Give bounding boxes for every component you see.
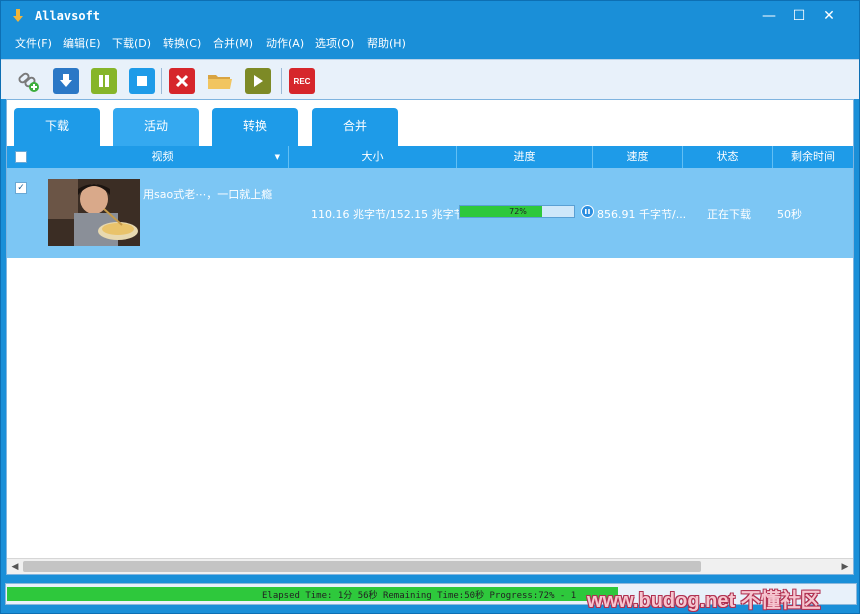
column-header-size[interactable]: 大小 bbox=[289, 146, 457, 168]
video-title: 用sao式老⋯，一口就上瘾 bbox=[143, 188, 273, 201]
download-icon bbox=[60, 74, 72, 87]
add-link-icon bbox=[18, 72, 39, 92]
menu-download[interactable]: 下载(D) bbox=[112, 35, 151, 51]
app-logo-icon bbox=[13, 9, 23, 22]
toolbar: REC bbox=[1, 59, 859, 99]
record-icon: REC bbox=[293, 76, 311, 86]
record-button[interactable]: REC bbox=[289, 68, 315, 94]
column-header-speed[interactable]: 速度 bbox=[593, 146, 683, 168]
maximize-button[interactable]: ☐ bbox=[783, 5, 815, 27]
menu-action[interactable]: 动作(A) bbox=[266, 35, 304, 51]
tab-convert[interactable]: 转换 bbox=[212, 108, 298, 146]
table-row[interactable]: ✓ 用sao式老⋯，一口就上瘾 110.16 兆字节/152.15 兆字节 72… bbox=[7, 168, 853, 258]
app-title: Allavsoft bbox=[35, 9, 101, 23]
scroll-left-icon[interactable]: ◀ bbox=[7, 559, 23, 575]
menu-merge[interactable]: 合并(M) bbox=[213, 35, 253, 51]
menu-file[interactable]: 文件(F) bbox=[15, 35, 52, 51]
row-progress-label: 72% bbox=[509, 207, 527, 216]
menu-bar: 文件(F) 编辑(E) 下载(D) 转换(C) 合并(M) 动作(A) 选项(O… bbox=[1, 31, 859, 53]
remaining-time-cell: 50秒 bbox=[777, 208, 802, 221]
app-window: Allavsoft — ☐ ✕ 文件(F) 编辑(E) 下载(D) 转换(C) … bbox=[0, 0, 860, 614]
size-cell: 110.16 兆字节/152.15 兆字节 bbox=[311, 208, 465, 221]
table-header: 视频 ▼ 大小 进度 速度 状态 剩余时间 bbox=[7, 146, 853, 168]
title-bar[interactable]: Allavsoft — ☐ ✕ bbox=[1, 1, 859, 31]
stop-icon bbox=[137, 76, 147, 86]
close-button[interactable]: ✕ bbox=[813, 5, 845, 27]
open-folder-button[interactable] bbox=[207, 68, 233, 94]
toolbar-separator bbox=[161, 68, 162, 94]
tab-merge[interactable]: 合并 bbox=[312, 108, 398, 146]
select-all-checkbox[interactable] bbox=[15, 151, 27, 163]
column-header-remaining[interactable]: 剩余时间 bbox=[773, 146, 853, 168]
menu-convert[interactable]: 转换(C) bbox=[163, 35, 201, 51]
delete-icon bbox=[175, 74, 189, 88]
row-progress-bar: 72% bbox=[459, 205, 575, 218]
menu-edit[interactable]: 编辑(E) bbox=[63, 35, 101, 51]
horizontal-scrollbar[interactable]: ◀ ▶ bbox=[7, 558, 853, 574]
status-cell: 正在下载 bbox=[707, 208, 751, 221]
menu-options[interactable]: 选项(O) bbox=[315, 35, 354, 51]
open-folder-icon bbox=[208, 75, 232, 89]
scroll-right-icon[interactable]: ▶ bbox=[837, 559, 853, 575]
video-thumbnail bbox=[48, 179, 140, 246]
column-header-video-label: 视频 bbox=[151, 150, 174, 163]
download-button[interactable] bbox=[53, 68, 79, 94]
main-panel: 下载 活动 转换 合并 视频 ▼ 大小 进度 速度 状态 剩余时间 ✓ 用sao… bbox=[6, 99, 854, 575]
tab-active[interactable]: 活动 bbox=[113, 108, 199, 146]
pause-icon bbox=[99, 75, 109, 87]
speed-cell: 856.91 千字节/... bbox=[597, 208, 687, 221]
toolbar-separator bbox=[281, 68, 282, 94]
pause-button[interactable] bbox=[91, 68, 117, 94]
row-pause-icon[interactable] bbox=[581, 205, 594, 218]
row-checkbox[interactable]: ✓ bbox=[15, 182, 27, 194]
delete-button[interactable] bbox=[169, 68, 195, 94]
column-header-video[interactable]: 视频 ▼ bbox=[37, 146, 289, 168]
scrollbar-thumb[interactable] bbox=[23, 561, 701, 572]
sort-arrow-icon: ▼ bbox=[274, 153, 280, 161]
play-icon bbox=[254, 75, 263, 87]
column-header-status[interactable]: 状态 bbox=[683, 146, 773, 168]
menu-help[interactable]: 帮助(H) bbox=[367, 35, 406, 51]
column-header-progress[interactable]: 进度 bbox=[457, 146, 593, 168]
tab-download[interactable]: 下载 bbox=[14, 108, 100, 146]
status-text: Elapsed Time: 1分 56秒 Remaining Time:50秒 … bbox=[262, 591, 577, 601]
minimize-button[interactable]: — bbox=[753, 5, 785, 27]
watermark: www.budog.net 不懂社区 bbox=[587, 590, 821, 612]
add-link-button[interactable] bbox=[15, 68, 41, 94]
stop-button[interactable] bbox=[129, 68, 155, 94]
play-button[interactable] bbox=[245, 68, 271, 94]
